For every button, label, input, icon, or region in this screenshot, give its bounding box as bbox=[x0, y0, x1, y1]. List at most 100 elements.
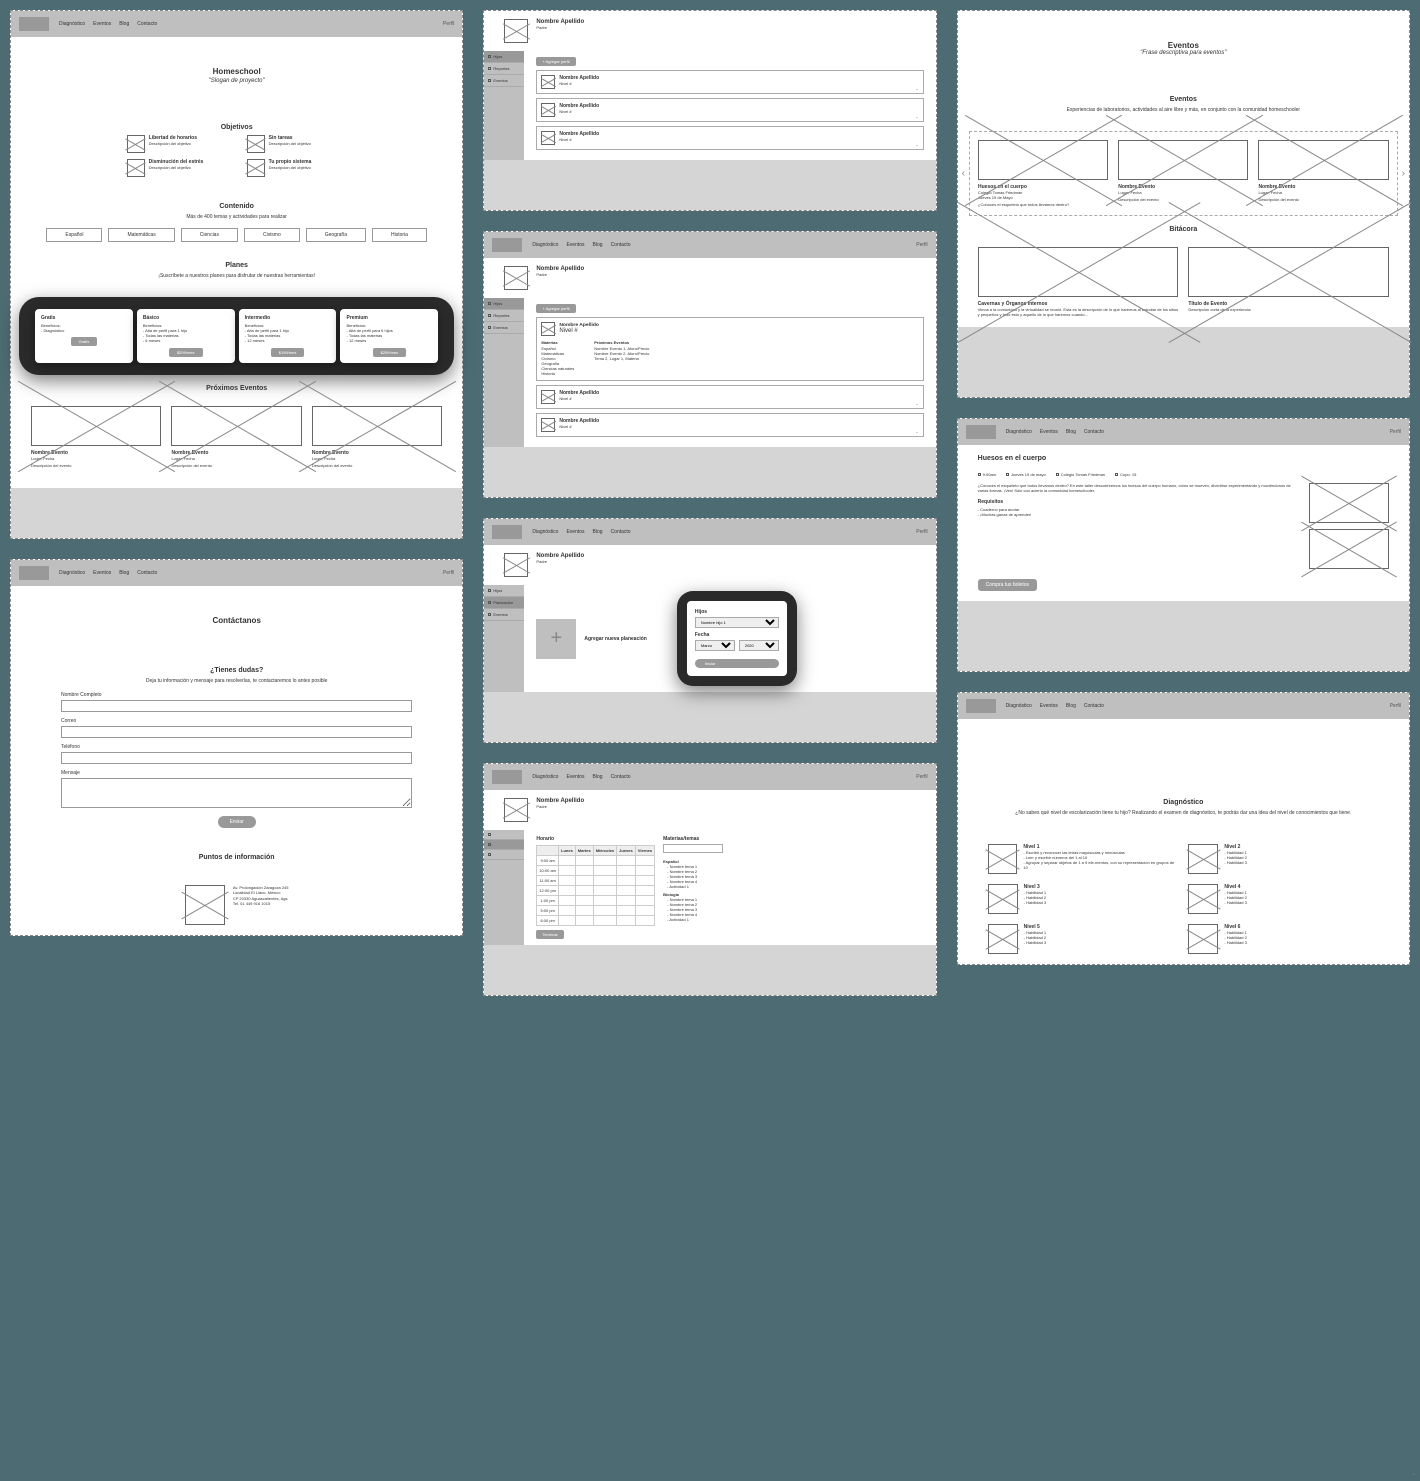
nav-perfil[interactable]: Perfil bbox=[443, 21, 454, 27]
image-placeholder bbox=[312, 406, 442, 446]
tab[interactable] bbox=[484, 850, 524, 860]
frame-evento-detail: DiagnósticoEventosBlogContactoPerfil Hue… bbox=[957, 418, 1410, 672]
tab-reportes[interactable]: Reportes bbox=[484, 63, 524, 75]
image-placeholder bbox=[171, 406, 301, 446]
carousel-prev-icon[interactable]: ‹ bbox=[962, 168, 965, 179]
frame-home: Diagnóstico Eventos Blog Contacto Perfil… bbox=[10, 10, 463, 539]
subject-button[interactable]: Historia bbox=[372, 228, 427, 242]
image-placeholder bbox=[988, 844, 1018, 874]
radio-icon bbox=[488, 55, 491, 58]
diag-level[interactable]: Nivel 6Habilidad 1Habilidad 2Habilidad 3 bbox=[1188, 924, 1379, 954]
event-card[interactable]: Nombre EventoLugar, FechaDescripción del… bbox=[31, 406, 161, 468]
bullet-icon bbox=[978, 473, 981, 476]
image-placeholder bbox=[978, 247, 1179, 297]
diag-level[interactable]: Nivel 4Habilidad 1Habilidad 2Habilidad 3 bbox=[1188, 884, 1379, 914]
carousel-card[interactable]: Nombre EventoLugar, FechaDescripción del… bbox=[1118, 140, 1248, 207]
select-mes[interactable]: Marzo bbox=[695, 640, 735, 651]
plan-card: PremiumBeneficios:Alta de perfil para 6 … bbox=[340, 309, 438, 363]
input-nombre[interactable] bbox=[61, 700, 412, 712]
subject-button[interactable]: Ciencias bbox=[181, 228, 238, 242]
avatar bbox=[504, 798, 528, 822]
add-profile-button[interactable]: + Agregar perfil bbox=[536, 57, 575, 66]
select-year[interactable]: 2020 bbox=[739, 640, 779, 651]
tab-hijos[interactable]: Hijos bbox=[484, 585, 524, 597]
logo[interactable] bbox=[19, 17, 49, 31]
image-placeholder bbox=[127, 135, 145, 153]
bullet-icon bbox=[1056, 473, 1059, 476]
avatar bbox=[504, 553, 528, 577]
tab-eventos[interactable]: Eventos bbox=[484, 322, 524, 334]
image-placeholder bbox=[1309, 483, 1389, 523]
child-row[interactable]: Nombre ApellidoNivel #⌄ bbox=[536, 413, 923, 437]
carousel-next-icon[interactable]: › bbox=[1402, 168, 1405, 179]
tab[interactable] bbox=[484, 840, 524, 850]
profile-sidebar: Hijos Reportes Eventos bbox=[484, 51, 524, 160]
tab-eventos[interactable]: Eventos bbox=[484, 609, 524, 621]
plan-button[interactable]: Gratis bbox=[71, 337, 98, 346]
nav-diagnostico[interactable]: Diagnóstico bbox=[59, 21, 85, 27]
plan-button[interactable]: $299/mes bbox=[169, 348, 203, 357]
footer bbox=[484, 447, 935, 497]
tab-reportes[interactable]: Reportes bbox=[484, 310, 524, 322]
logo[interactable] bbox=[19, 566, 49, 580]
nav-contacto[interactable]: Contacto bbox=[137, 21, 157, 27]
tab-eventos[interactable]: Eventos bbox=[484, 75, 524, 87]
child-row[interactable]: Nombre ApellidoNivel #⌄ bbox=[536, 98, 923, 122]
radio-icon bbox=[488, 79, 491, 82]
chevron-down-icon: ⌄ bbox=[915, 114, 918, 119]
iniciar-button[interactable]: Iniciar bbox=[695, 659, 779, 668]
diag-level[interactable]: Nivel 1Escribir y reconocer las letras m… bbox=[988, 844, 1179, 874]
subject-button[interactable]: Matemáticas bbox=[108, 228, 174, 242]
select-hijo[interactable]: Nombre hijo 1 bbox=[695, 617, 779, 628]
tab-hijos[interactable]: Hijos bbox=[484, 298, 524, 310]
nav-blog[interactable]: Blog bbox=[119, 21, 129, 27]
subject-button[interactable]: Español bbox=[46, 228, 102, 242]
logo[interactable] bbox=[492, 238, 522, 252]
tab-hijos[interactable]: Hijos bbox=[484, 51, 524, 63]
input-telefono[interactable] bbox=[61, 752, 412, 764]
navbar: Diagnóstico Eventos Blog Contacto Perfil bbox=[11, 11, 462, 37]
enviar-button[interactable]: Enviar bbox=[218, 816, 256, 828]
image-placeholder bbox=[1188, 844, 1218, 874]
bitacora-card[interactable]: Cavernas y Órganos InternosVimos a la co… bbox=[978, 247, 1179, 317]
chevron-down-icon: ⌄ bbox=[915, 429, 918, 434]
frame-perfil-expanded: DiagnósticoEventosBlogContactoPerfil Nom… bbox=[483, 231, 936, 498]
input-mensaje[interactable] bbox=[61, 778, 412, 808]
child-row[interactable]: Nombre ApellidoNivel #⌄ bbox=[536, 70, 923, 94]
search-input[interactable] bbox=[663, 844, 723, 853]
section-objetivos: Objetivos Libertad de horariosDescripció… bbox=[11, 114, 462, 193]
chevron-down-icon: ⌄ bbox=[915, 86, 918, 91]
tab-planeacion[interactable]: Planeación bbox=[484, 597, 524, 609]
navbar: DiagnósticoEventosBlogContacto Perfil bbox=[11, 560, 462, 586]
add-planning-button[interactable]: + bbox=[536, 619, 576, 659]
add-profile-button[interactable]: + Agregar perfil bbox=[536, 304, 575, 313]
image-placeholder bbox=[988, 884, 1018, 914]
plan-button[interactable]: $299/mes bbox=[373, 348, 407, 357]
diag-level[interactable]: Nivel 3Habilidad 1Habilidad 2Habilidad 3 bbox=[988, 884, 1179, 914]
carousel-card[interactable]: Nombre EventoLugar, FechaDescripción del… bbox=[1258, 140, 1388, 207]
carousel-card[interactable]: Huesos en el cuerpoColegio Tomas Friedma… bbox=[978, 140, 1108, 207]
bitacora-card[interactable]: Título de EventoDescripción corta de la … bbox=[1188, 247, 1389, 317]
image-placeholder bbox=[988, 924, 1018, 954]
nav-eventos[interactable]: Eventos bbox=[93, 21, 111, 27]
buy-button[interactable]: Compra tus boletos bbox=[978, 579, 1037, 591]
plan-button[interactable]: $199/mes bbox=[271, 348, 305, 357]
diag-level[interactable]: Nivel 2Habilidad 1Habilidad 2Habilidad 3 bbox=[1188, 844, 1379, 874]
plan-card: BásicoBeneficios:Alta de perfil para 1 h… bbox=[137, 309, 235, 363]
child-row[interactable]: Nombre ApellidoNivel #⌄ bbox=[536, 385, 923, 409]
avatar bbox=[504, 266, 528, 290]
event-card[interactable]: Nombre EventoLugar, FechaDescripción del… bbox=[312, 406, 442, 468]
avatar bbox=[541, 418, 555, 432]
event-card[interactable]: Nombre EventoLugar, FechaDescripción del… bbox=[171, 406, 301, 468]
image-placeholder bbox=[978, 140, 1108, 180]
image-placeholder bbox=[1118, 140, 1248, 180]
child-row[interactable]: Nombre ApellidoNivel #⌄ bbox=[536, 126, 923, 150]
frame-planeacion: DiagnósticoEventosBlogContactoPerfil Nom… bbox=[483, 518, 936, 743]
tab[interactable] bbox=[484, 830, 524, 840]
terminar-button[interactable]: Terminar bbox=[536, 930, 564, 939]
diag-level[interactable]: Nivel 5Habilidad 1Habilidad 2Habilidad 3 bbox=[988, 924, 1179, 954]
subject-button[interactable]: Civismo bbox=[244, 228, 300, 242]
section-contenido: Contenido Más de 400 temas y actividades… bbox=[11, 193, 462, 252]
input-correo[interactable] bbox=[61, 726, 412, 738]
subject-button[interactable]: Geografía bbox=[306, 228, 366, 242]
